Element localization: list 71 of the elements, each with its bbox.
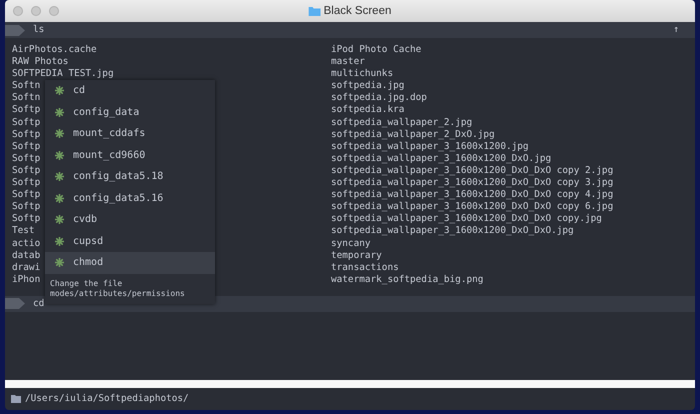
description-text: Change the file modes/attributes/permissions bbox=[49, 278, 186, 300]
file-name: Softn bbox=[12, 80, 40, 92]
file-name: softpedia_wallpaper_3_1600x1200_DxO_DxO.jpg bbox=[331, 225, 574, 238]
file-name: transactions bbox=[331, 262, 399, 274]
file-name: softpedia.kra bbox=[331, 104, 404, 117]
prompt-arrow-icon bbox=[5, 298, 25, 310]
autocomplete-item[interactable]: cupsd bbox=[45, 230, 215, 252]
autocomplete-item[interactable]: config_data5.16 bbox=[45, 188, 215, 209]
file-name: watermark_softpedia_big.png bbox=[331, 274, 484, 286]
autocomplete-item[interactable]: config_data bbox=[45, 102, 215, 123]
file-name: softpedia_wallpaper_3_1600x1200.jpg bbox=[331, 140, 529, 153]
file-name: Softp bbox=[12, 152, 40, 165]
zoom-button[interactable] bbox=[49, 6, 59, 16]
asterisk-icon bbox=[55, 194, 64, 203]
scroll-up-arrow[interactable]: ↑ bbox=[673, 22, 679, 38]
file-name: Softp bbox=[12, 164, 40, 178]
file-name: drawi bbox=[12, 262, 40, 274]
file-name: RAW Photos bbox=[12, 56, 68, 68]
close-button[interactable] bbox=[13, 6, 23, 16]
autocomplete-item[interactable]: chmod bbox=[45, 252, 215, 274]
file-name: datab bbox=[12, 250, 40, 262]
file-name: iPod Photo Cache bbox=[331, 44, 422, 56]
file-name: iPhon bbox=[12, 274, 40, 286]
minimize-button[interactable] bbox=[31, 6, 41, 16]
folder-icon bbox=[308, 6, 321, 16]
file-name: Softp bbox=[12, 201, 40, 214]
file-name: Softp bbox=[12, 177, 40, 190]
file-name: softpedia_wallpaper_3_1600x1200_DxO.jpg bbox=[331, 152, 552, 165]
asterisk-icon bbox=[55, 129, 64, 138]
file-name: softpedia_wallpaper_2.jpg bbox=[331, 116, 472, 129]
file-name: Softp bbox=[12, 116, 40, 129]
file-name: SOFTPEDIA TEST.jpg bbox=[12, 68, 114, 80]
file-name: temporary bbox=[331, 250, 382, 262]
autocomplete-item[interactable]: mount_cd9660 bbox=[45, 144, 215, 166]
window-title: Black Screen bbox=[324, 5, 392, 17]
file-name: Softp bbox=[12, 104, 40, 117]
file-name: Softp bbox=[12, 128, 40, 141]
asterisk-icon bbox=[55, 86, 64, 96]
file-name: Softp bbox=[12, 213, 40, 226]
asterisk-icon bbox=[55, 108, 64, 117]
file-name: master bbox=[331, 56, 365, 68]
file-name: AirPhotos.cache bbox=[12, 44, 97, 56]
file-name: softpedia.jpg bbox=[331, 80, 404, 92]
file-name: softpedia_wallpaper_3_1600x1200_DxO_DxO copy 2.jpg bbox=[331, 164, 614, 178]
asterisk-icon bbox=[55, 172, 64, 182]
file-name: softpedia.jpg.dop bbox=[331, 92, 427, 104]
file-name: actio bbox=[12, 238, 40, 250]
folder-icon bbox=[11, 395, 21, 403]
file-name: Softp bbox=[12, 140, 40, 153]
command-text: ls bbox=[33, 22, 46, 37]
asterisk-icon bbox=[55, 236, 64, 246]
file-name: syncany bbox=[331, 238, 371, 250]
file-name: Softp bbox=[12, 189, 40, 202]
autocomplete-item[interactable]: mount_cddafs bbox=[45, 123, 215, 144]
prompt-arrow-icon bbox=[5, 24, 25, 36]
file-name: softpedia_wallpaper_3_1600x1200_DxO_DxO copy.jpg bbox=[331, 213, 602, 226]
asterisk-icon bbox=[55, 215, 64, 224]
path-text: /Users/iulia/Softpediaphotos/ bbox=[25, 392, 189, 406]
autocomplete-item[interactable]: cvdb bbox=[45, 209, 215, 230]
file-name: multichunks bbox=[331, 68, 394, 80]
command-text: cd bbox=[33, 296, 46, 311]
file-name: softpedia_wallpaper_3_1600x1200_DxO_DxO copy 3.jpg bbox=[331, 177, 614, 190]
autocomplete-item[interactable]: cd bbox=[45, 80, 215, 102]
autocomplete-item[interactable]: config_data5.18 bbox=[45, 166, 215, 188]
asterisk-icon bbox=[55, 150, 64, 160]
file-name: softpedia_wallpaper_3_1600x1200_DxO_DxO copy 4.jpg bbox=[331, 189, 614, 202]
file-name: softpedia_wallpaper_3_1600x1200_DxO_DxO copy 6.jpg bbox=[331, 201, 614, 214]
file-name: Softn bbox=[12, 92, 40, 104]
file-name: Test bbox=[12, 225, 35, 238]
file-name: softpedia_wallpaper_2_DxO.jpg bbox=[331, 128, 495, 141]
asterisk-icon bbox=[55, 258, 64, 268]
